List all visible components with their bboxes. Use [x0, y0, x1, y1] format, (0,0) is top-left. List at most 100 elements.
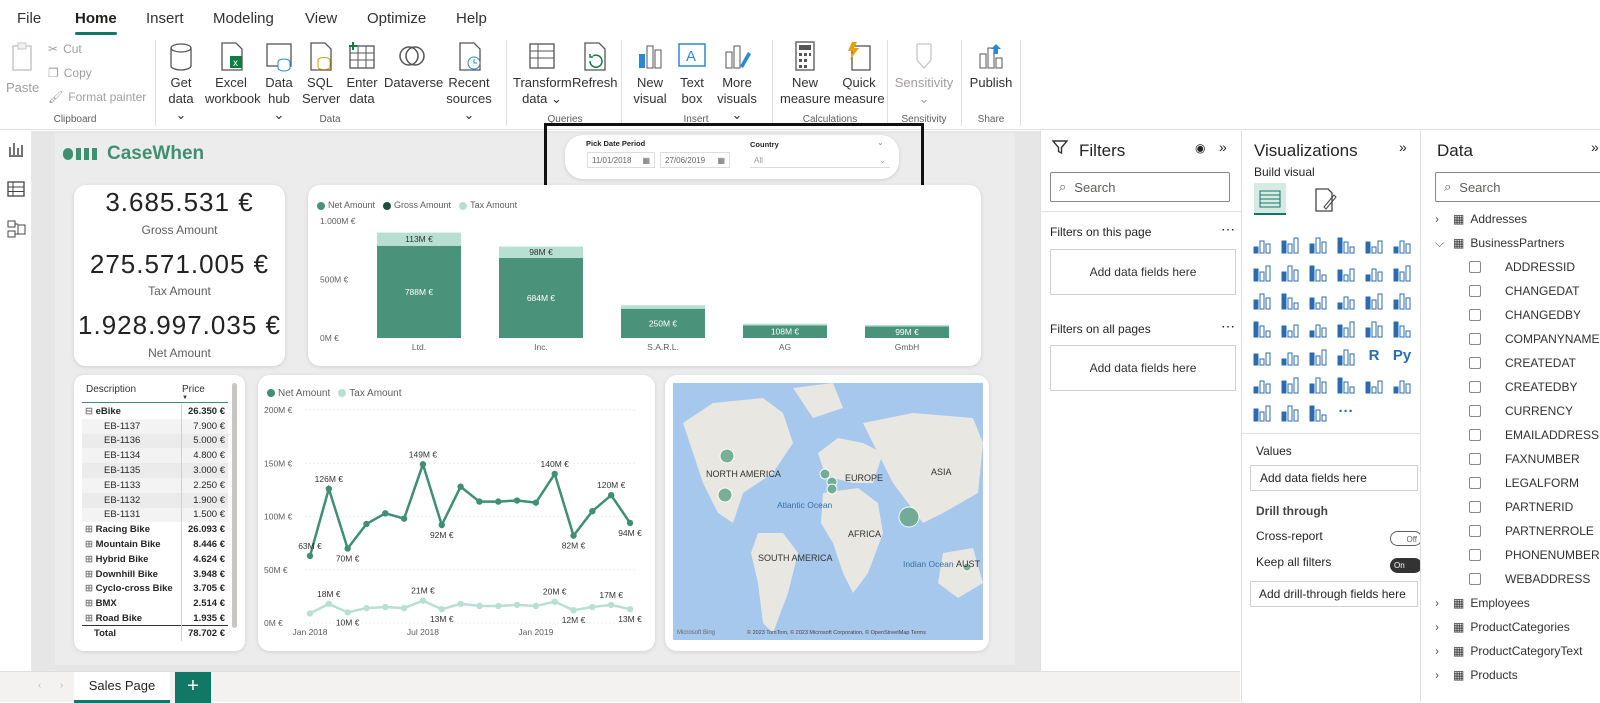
stacked-bar-icon[interactable]: [1252, 235, 1272, 255]
filters-page-drop-zone[interactable]: Add data fields here: [1050, 249, 1236, 295]
report-view-icon[interactable]: [6, 139, 26, 159]
slicer-icon[interactable]: [1280, 347, 1300, 367]
field-checkbox[interactable]: [1469, 357, 1481, 369]
matrix-header-price[interactable]: Price ▼: [182, 384, 205, 401]
collapse-pane-icon[interactable]: »: [1591, 139, 1599, 155]
donut-icon[interactable]: [1364, 291, 1384, 311]
data-search-input[interactable]: ⌕ Search: [1435, 172, 1600, 202]
collapse-pane-icon[interactable]: »: [1399, 139, 1407, 155]
stacked-area-icon[interactable]: [1308, 263, 1328, 283]
data-point[interactable]: [513, 601, 521, 609]
data-point[interactable]: [419, 461, 427, 468]
data-point[interactable]: [325, 485, 333, 493]
chevron-right-icon[interactable]: ›: [1435, 644, 1447, 658]
data-point[interactable]: [589, 603, 596, 611]
100-bar-icon[interactable]: [1364, 235, 1384, 255]
field-item[interactable]: PARTNERID: [1421, 496, 1573, 518]
data-point[interactable]: [532, 602, 540, 610]
data-point[interactable]: [363, 604, 370, 612]
field-item[interactable]: ADDRESSID: [1421, 256, 1575, 278]
table-row[interactable]: EB-1137 7.900 €: [82, 418, 228, 434]
field-item[interactable]: CURRENCY: [1421, 400, 1573, 422]
data-point[interactable]: [306, 610, 314, 617]
refresh-button[interactable]: Refresh: [572, 40, 618, 91]
data-point[interactable]: [438, 605, 445, 613]
table-row[interactable]: ⊞ BMX 2.514 €: [82, 596, 228, 612]
matrix-header-description[interactable]: Description: [86, 384, 136, 395]
data-point[interactable]: [495, 602, 502, 610]
data-point[interactable]: [495, 498, 502, 505]
eye-icon[interactable]: ◉: [1195, 141, 1205, 155]
field-checkbox[interactable]: [1469, 405, 1481, 417]
new-measure-button[interactable]: New measure: [780, 40, 831, 107]
dataverse-button[interactable]: Dataverse: [384, 40, 443, 91]
text-box-button[interactable]: A Text box: [674, 40, 710, 107]
filters-all-drop-zone[interactable]: Add data fields here: [1050, 345, 1236, 391]
data-point[interactable]: [570, 607, 577, 614]
sql-server-button[interactable]: SQL Server: [302, 40, 340, 107]
table-row[interactable]: ⊟ eBike 26.350 €: [82, 404, 228, 419]
build-visual-tab[interactable]: [1254, 183, 1286, 215]
model-view-icon[interactable]: [6, 219, 26, 239]
table-row[interactable]: EB-1136 5.000 €: [82, 433, 228, 449]
sensitivity-button[interactable]: Sensitivity ⌄: [893, 40, 955, 107]
page-tab-sales[interactable]: Sales Page: [74, 672, 170, 703]
treemap-icon[interactable]: [1392, 291, 1412, 311]
data-point[interactable]: [551, 598, 558, 605]
data-point[interactable]: [551, 470, 558, 478]
map-card[interactable]: NORTH AMERICA EUROPE ASIA AFRICA SOUTH A…: [665, 375, 989, 651]
filled-map-icon[interactable]: [1280, 319, 1300, 339]
drill-through-drop-zone[interactable]: Add drill-through fields here: [1250, 581, 1418, 607]
goals-icon[interactable]: [1364, 375, 1384, 395]
tab-help[interactable]: Help: [456, 10, 487, 27]
prev-page-icon[interactable]: ‹: [38, 680, 41, 691]
chevron-down-icon[interactable]: ⌵: [1435, 236, 1447, 251]
expand-icon[interactable]: ⊞: [85, 583, 96, 594]
data-point[interactable]: [532, 499, 540, 506]
stacked-column-icon[interactable]: [1280, 235, 1300, 255]
publish-button[interactable]: Publish: [968, 40, 1014, 91]
python-icon[interactable]: Py: [1392, 347, 1412, 367]
format-painter-button[interactable]: 🖌 Format painter: [48, 90, 146, 104]
bar-chart-card[interactable]: Net Amount Gross Amount Tax Amount 0M €5…: [308, 185, 981, 366]
azure-map-icon[interactable]: [1308, 319, 1328, 339]
table-row[interactable]: EB-1135 3.000 €: [82, 463, 228, 478]
chevron-right-icon[interactable]: ›: [1435, 596, 1447, 610]
more-icon[interactable]: ···: [1336, 403, 1356, 423]
data-point[interactable]: [589, 507, 596, 515]
area-icon[interactable]: [1280, 263, 1300, 283]
collapse-pane-icon[interactable]: »: [1219, 139, 1227, 155]
table-row[interactable]: EB-1132 1.900 €: [82, 492, 228, 508]
data-point[interactable]: [626, 605, 634, 613]
field-checkbox[interactable]: [1469, 429, 1481, 441]
data-point[interactable]: [325, 600, 333, 608]
data-point[interactable]: [570, 532, 577, 539]
table-row[interactable]: ⊞ Mountain Bike 8.446 €: [82, 537, 228, 552]
r-script-icon[interactable]: R: [1364, 347, 1384, 367]
tab-home[interactable]: Home: [75, 10, 117, 35]
field-item[interactable]: CREATEDBY: [1421, 376, 1577, 398]
clustered-bar-icon[interactable]: [1308, 235, 1328, 255]
quick-measure-button[interactable]: Quick measure: [834, 40, 885, 107]
map-icon[interactable]: [1252, 319, 1272, 339]
more-options-icon[interactable]: ⋯: [1221, 318, 1235, 335]
bar-tax-amount[interactable]: [865, 324, 949, 327]
chevron-right-icon[interactable]: ›: [1435, 668, 1447, 682]
qa-icon[interactable]: [1308, 375, 1328, 395]
card-icon[interactable]: [1364, 319, 1384, 339]
matrix-scrollbar[interactable]: [232, 383, 237, 628]
field-checkbox[interactable]: [1469, 285, 1481, 297]
recent-sources-button[interactable]: Recent sources ⌄: [444, 40, 494, 123]
key-influencers-icon[interactable]: [1252, 375, 1272, 395]
table-node[interactable]: › ▦ Products: [1435, 664, 1518, 686]
field-checkbox[interactable]: [1469, 549, 1481, 561]
narrative-icon[interactable]: [1336, 375, 1356, 395]
power-automate-icon[interactable]: [1280, 403, 1300, 423]
table-icon[interactable]: [1308, 347, 1328, 367]
field-checkbox[interactable]: [1469, 381, 1481, 393]
waterfall-icon[interactable]: [1252, 291, 1272, 311]
product-matrix-card[interactable]: Description Price ▼ ⊟ eBike 26.350 € EB-113…: [74, 375, 245, 651]
table-row[interactable]: EB-1133 2.250 €: [82, 477, 228, 493]
chevron-right-icon[interactable]: ›: [1435, 620, 1447, 634]
table-row[interactable]: EB-1131 1.500 €: [82, 507, 228, 523]
